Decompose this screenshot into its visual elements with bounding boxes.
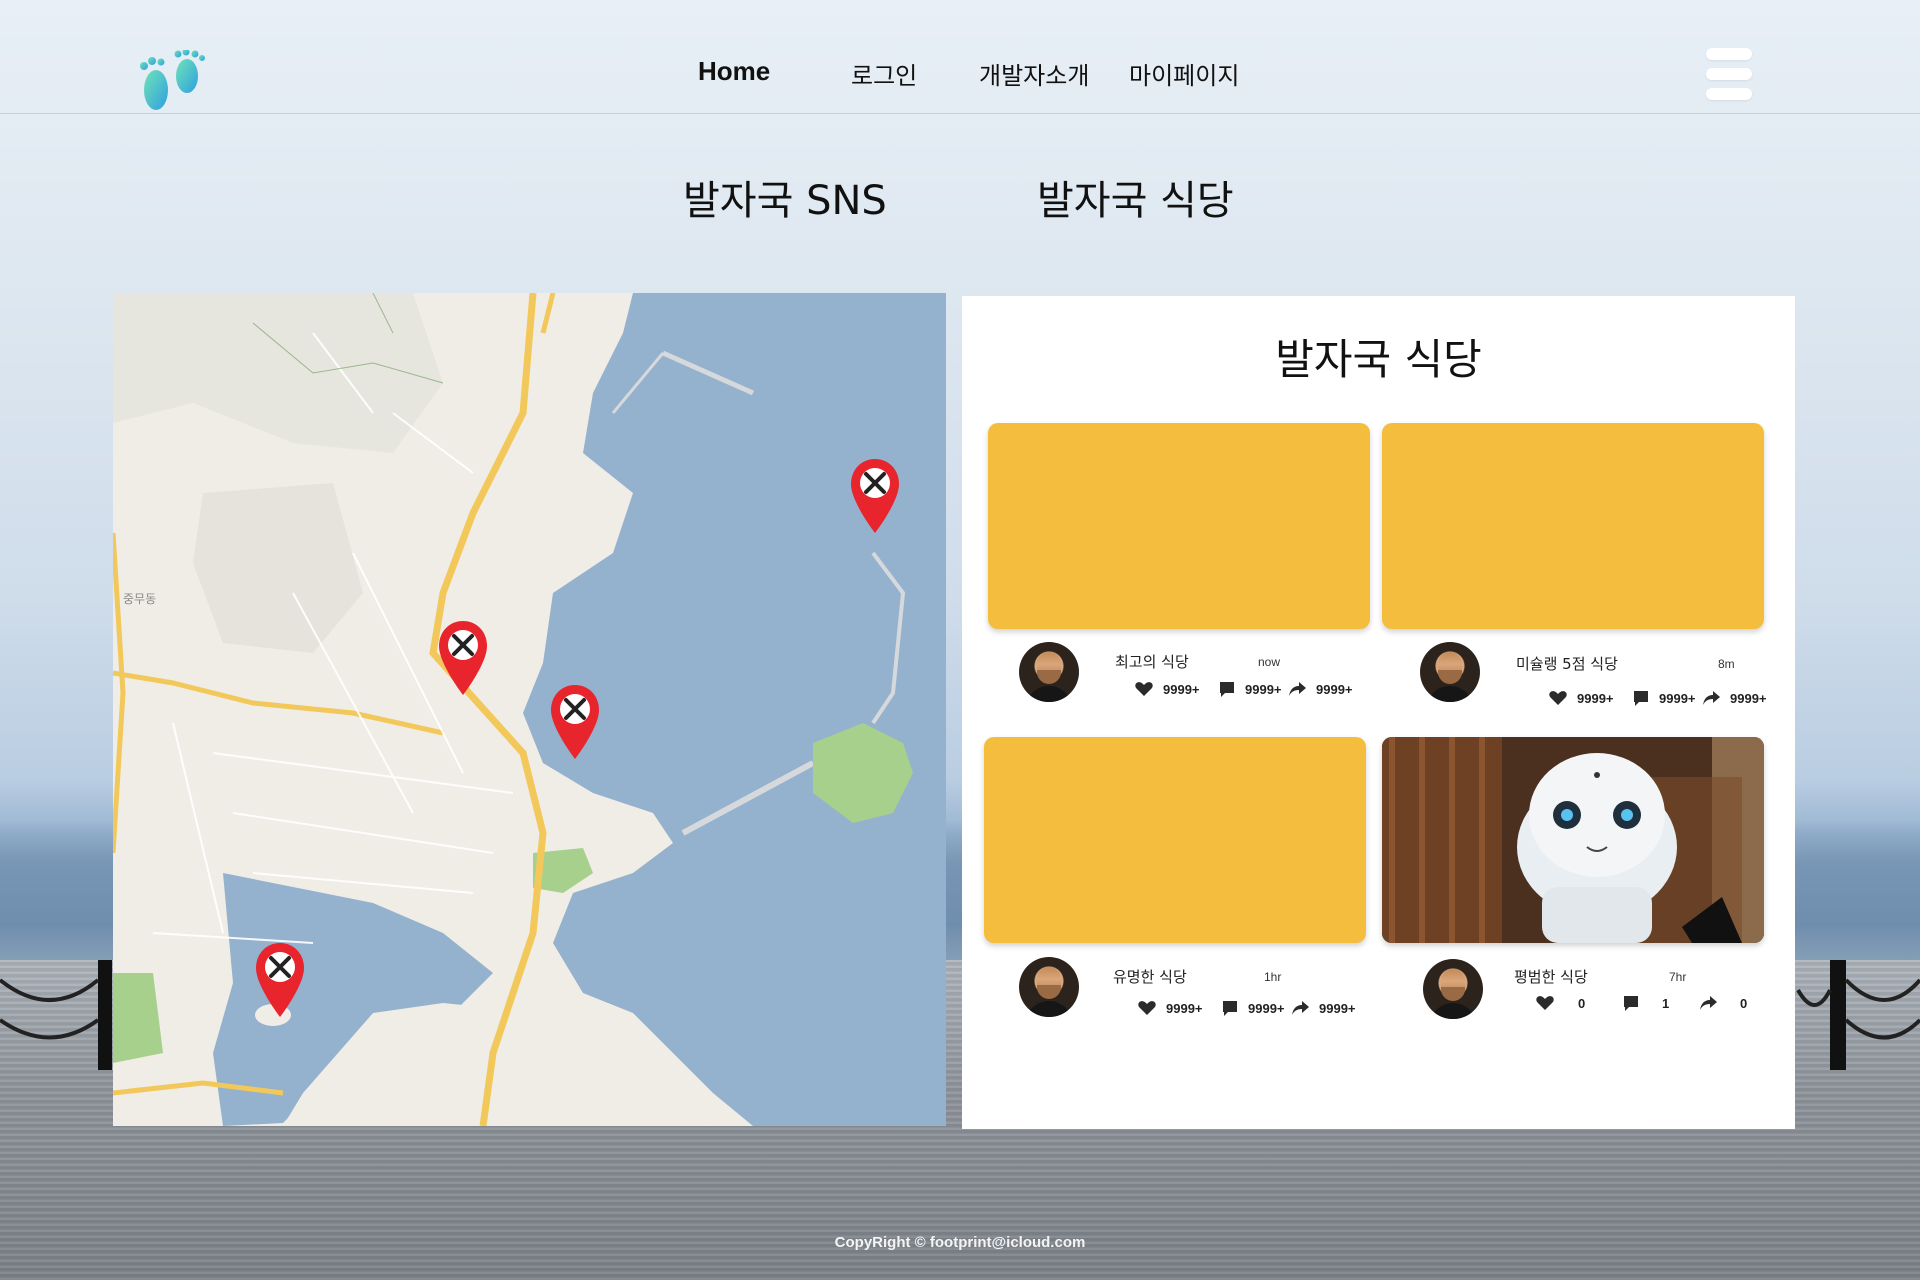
likes-count: 9999+ (1163, 682, 1200, 697)
post-time: 7hr (1669, 970, 1687, 984)
post-stats: 9999+ 9999+ 9999+ (1548, 688, 1778, 710)
restaurant-name[interactable]: 평범한 식당 (1514, 966, 1588, 987)
likes-count: 0 (1578, 996, 1586, 1011)
comments-count: 1 (1662, 996, 1670, 1011)
shares-count: 9999+ (1316, 682, 1353, 697)
post-time: 1hr (1264, 970, 1282, 984)
restaurant-pin-icon[interactable] (849, 457, 901, 535)
share-icon[interactable] (1698, 993, 1718, 1013)
shares-count: 9999+ (1730, 691, 1767, 706)
map-canvas[interactable]: 중무동 (113, 293, 946, 1126)
restaurant-map[interactable]: 중무동 (113, 293, 946, 1126)
post-stats: 9999+ 9999+ 9999+ (1137, 998, 1367, 1020)
nav-mypage[interactable]: 마이페이지 (1129, 56, 1239, 91)
restaurant-name[interactable]: 미슐랭 5점 식당 (1516, 653, 1618, 674)
restaurant-thumbnail[interactable] (984, 737, 1366, 943)
restaurant-card: 유명한 식당 1hr 9999+ 9999+ 9999+ (984, 737, 1366, 1037)
share-icon[interactable] (1701, 688, 1721, 708)
comment-icon[interactable] (1217, 679, 1237, 699)
avatar[interactable] (1019, 642, 1079, 702)
post-stats: 9999+ 9999+ 9999+ (1134, 679, 1354, 701)
share-icon[interactable] (1287, 679, 1307, 699)
tab-sns[interactable]: 발자국 SNS (683, 168, 887, 226)
main-nav: Home 로그인 개발자소개 마이페이지 (0, 56, 1920, 96)
comment-icon[interactable] (1621, 993, 1641, 1013)
post-time: now (1258, 655, 1281, 669)
post-stats: 0 1 0 (1535, 993, 1775, 1015)
robot-image-icon (1382, 737, 1764, 943)
restaurant-name[interactable]: 유명한 식당 (1113, 966, 1187, 987)
restaurant-card: 미슐랭 5점 식당 8m 9999+ 9999+ 9999+ (1382, 423, 1782, 713)
restaurant-panel: 발자국 식당 최고의 식당 now 9999+ 9999+ 9999+ 미슐랭 … (962, 296, 1795, 1129)
map-label: 중무동 (123, 592, 156, 606)
nav-developer[interactable]: 개발자소개 (979, 56, 1089, 91)
restaurant-card: 최고의 식당 now 9999+ 9999+ 9999+ (988, 423, 1370, 713)
restaurant-pin-icon[interactable] (549, 683, 601, 761)
restaurant-pin-icon[interactable] (254, 941, 306, 1019)
site-header: Home 로그인 개발자소개 마이페이지 (0, 0, 1920, 114)
shares-count: 9999+ (1319, 1001, 1356, 1016)
comment-icon[interactable] (1220, 998, 1240, 1018)
hamburger-menu-icon[interactable] (1706, 48, 1752, 102)
post-time: 8m (1718, 657, 1735, 671)
tab-restaurant[interactable]: 발자국 식당 (1037, 168, 1234, 226)
robot-photo[interactable] (1382, 737, 1764, 943)
heart-icon[interactable] (1535, 993, 1555, 1013)
comment-icon[interactable] (1631, 688, 1651, 708)
share-icon[interactable] (1290, 998, 1310, 1018)
heart-icon[interactable] (1137, 998, 1157, 1018)
likes-count: 9999+ (1166, 1001, 1203, 1016)
section-tabs: 발자국 SNS 발자국 식당 (0, 168, 1920, 228)
restaurant-thumbnail[interactable] (1382, 423, 1764, 629)
avatar[interactable] (1420, 642, 1480, 702)
nav-home[interactable]: Home (698, 56, 770, 87)
comments-count: 9999+ (1659, 691, 1696, 706)
heart-icon[interactable] (1548, 688, 1568, 708)
avatar[interactable] (1019, 957, 1079, 1017)
footer-copyright: CopyRight © footprint@icloud.com (834, 1234, 1086, 1251)
avatar[interactable] (1423, 959, 1483, 1019)
restaurant-thumbnail[interactable] (988, 423, 1370, 629)
restaurant-pin-icon[interactable] (437, 619, 489, 697)
restaurant-card: 평범한 식당 7hr 0 1 0 (1382, 737, 1782, 1037)
likes-count: 9999+ (1577, 691, 1614, 706)
panel-title: 발자국 식당 (1275, 335, 1482, 384)
nav-login[interactable]: 로그인 (851, 56, 917, 91)
restaurant-name[interactable]: 최고의 식당 (1115, 651, 1189, 672)
heart-icon[interactable] (1134, 679, 1154, 699)
comments-count: 9999+ (1248, 1001, 1285, 1016)
shares-count: 0 (1740, 996, 1748, 1011)
comments-count: 9999+ (1245, 682, 1282, 697)
